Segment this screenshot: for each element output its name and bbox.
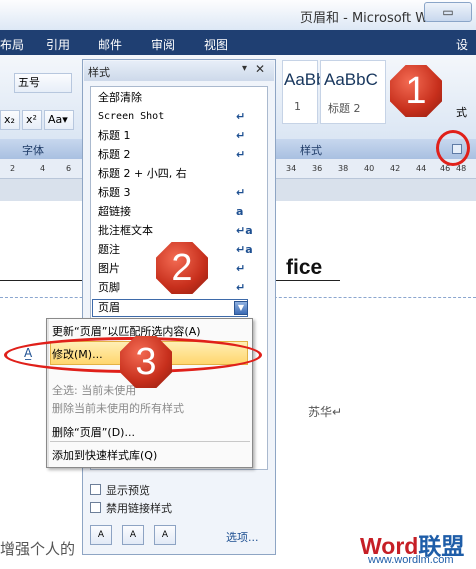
superscript-button[interactable]: x²	[22, 110, 42, 130]
paragraph-mark-icon: ↵	[236, 129, 246, 142]
menu-item-delete-style[interactable]: 删除“页眉”(D)...	[52, 424, 135, 440]
menu-item-add-to-gallery[interactable]: 添加到快速样式库(Q)	[52, 447, 157, 463]
character-style-icon: a	[236, 205, 244, 218]
quick-style-name: 1	[294, 100, 301, 113]
styles-pane-title: 样式	[88, 66, 110, 79]
paragraph-mark-icon: ↵	[236, 110, 246, 123]
style-item[interactable]: 页脚	[98, 279, 120, 297]
pane-menu-icon[interactable]: ▾	[242, 63, 247, 74]
style-item[interactable]: 标题 1	[98, 127, 131, 145]
show-preview-label: 显示预览	[106, 484, 150, 497]
style-item[interactable]: 标题 3	[98, 184, 131, 202]
subscript-button[interactable]: x₂	[0, 110, 20, 130]
paragraph-mark-icon: ↵	[236, 281, 246, 294]
paragraph-mark-icon: ↵	[236, 148, 246, 161]
change-styles-button[interactable]: 式	[456, 104, 467, 120]
paragraph-mark-icon: ↵	[236, 262, 246, 275]
window-restore-button[interactable]: ▭	[424, 2, 472, 22]
disable-linked-styles-checkbox[interactable]	[90, 502, 101, 513]
quick-style-heading2-sample: AaBbC	[324, 70, 378, 89]
options-link[interactable]: 选项...	[226, 529, 259, 545]
disable-linked-styles-label: 禁用链接样式	[106, 502, 172, 515]
menu-item-select-all[interactable]: 全选: 当前未使用	[52, 382, 136, 398]
tab-references[interactable]: 引用	[46, 36, 70, 53]
paragraph-mark-icon: ↵	[236, 186, 246, 199]
tab-review[interactable]: 审阅	[151, 36, 175, 53]
new-style-icon[interactable]: A	[90, 525, 112, 545]
dropdown-arrow-icon[interactable]: ▼	[234, 301, 248, 315]
styles-group-label: 样式	[300, 144, 322, 157]
style-item[interactable]: 题注	[98, 241, 120, 259]
tab-design[interactable]: 设	[456, 36, 468, 53]
style-item[interactable]: 全部清除	[98, 89, 142, 107]
style-item[interactable]: 批注框文本	[98, 222, 153, 240]
ruler-number: 44	[416, 164, 427, 173]
author-text: 苏华↵	[308, 405, 343, 419]
ruler-number: 38	[338, 164, 349, 173]
close-icon[interactable]: ✕	[255, 62, 265, 76]
linked-style-icon: ↵a	[236, 243, 253, 256]
style-item[interactable]: Screen Shot	[98, 108, 164, 126]
style-item[interactable]: 标题 2	[98, 146, 131, 164]
style-item[interactable]: 图片	[98, 260, 120, 278]
tab-mailings[interactable]: 邮件	[98, 36, 122, 53]
linked-style-icon: ↵a	[236, 224, 253, 237]
ruler-number: 34	[286, 164, 297, 173]
ruler-number: 36	[312, 164, 323, 173]
menu-separator	[50, 441, 250, 442]
body-text: 增强个人的	[0, 540, 76, 558]
font-size-select[interactable]: 五号	[14, 73, 72, 93]
selected-style-label: 页眉	[98, 301, 120, 314]
style-item[interactable]: 超链接	[98, 203, 131, 221]
site-url: www.wordlm.com	[368, 554, 454, 566]
ruler-number: 4	[40, 164, 46, 173]
ruler-number: 2	[10, 164, 16, 173]
highlight-ring	[436, 130, 470, 166]
show-preview-checkbox[interactable]	[90, 484, 101, 495]
manage-styles-icon[interactable]: A	[154, 525, 176, 545]
style-inspector-icon[interactable]: A	[122, 525, 144, 545]
ruler-number: 6	[66, 164, 72, 173]
ruler-number: 42	[390, 164, 401, 173]
tab-layout[interactable]: 布局	[0, 36, 24, 53]
ribbon-tab-bar	[0, 30, 476, 55]
font-group-label: 字体	[22, 144, 44, 157]
quick-style-heading2-name: 标题 2	[328, 102, 361, 115]
menu-item-delete-unused[interactable]: 删除当前未使用的所有样式	[52, 400, 184, 416]
tab-view[interactable]: 视图	[204, 36, 228, 53]
document-heading: fice	[286, 256, 323, 279]
style-item[interactable]: 标题 2 + 小四, 右	[98, 165, 187, 183]
text-effect-button[interactable]: Aa▾	[44, 110, 74, 130]
ruler-number: 40	[364, 164, 375, 173]
